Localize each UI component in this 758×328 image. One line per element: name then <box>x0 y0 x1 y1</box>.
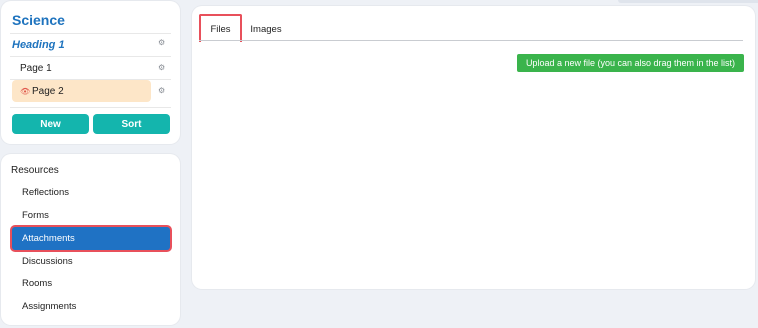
resources-title: Resources <box>11 165 59 176</box>
outline-page-1[interactable]: Page 1 <box>12 57 151 79</box>
eye-icon: 👁 <box>20 86 31 96</box>
outline-heading[interactable]: Heading 1 <box>12 34 151 56</box>
resource-reflections[interactable]: Reflections <box>12 181 170 204</box>
resource-forms[interactable]: Forms <box>12 204 170 227</box>
new-button[interactable]: New <box>12 114 89 134</box>
resource-assignments[interactable]: Assignments <box>12 295 170 318</box>
gear-icon[interactable]: ⚙ <box>158 86 165 96</box>
gear-icon[interactable]: ⚙ <box>158 38 165 48</box>
resource-discussions[interactable]: Discussions <box>12 250 170 273</box>
notebook-title: Science <box>12 12 65 28</box>
upload-file-button[interactable]: Upload a new file (you can also drag the… <box>517 54 744 72</box>
top-strip <box>618 0 758 3</box>
heading-label: Heading 1 <box>12 39 65 51</box>
resource-attachments[interactable]: Attachments <box>12 227 170 250</box>
tabs-underline <box>199 40 743 41</box>
outline-page-2[interactable]: 👁 Page 2 <box>12 80 151 102</box>
resources-panel: Resources Reflections Forms Attachments … <box>1 154 180 325</box>
sort-button[interactable]: Sort <box>93 114 170 134</box>
gear-icon[interactable]: ⚙ <box>158 63 165 73</box>
page-label: Page 1 <box>20 62 52 74</box>
attachments-panel: Files Images Upload a new file (you can … <box>192 6 755 289</box>
resource-rooms[interactable]: Rooms <box>12 272 170 295</box>
divider <box>10 107 171 108</box>
page-label: Page 2 <box>32 85 64 97</box>
tab-images[interactable]: Images <box>244 18 288 40</box>
tab-files[interactable]: Files <box>199 14 242 42</box>
outline-panel: Science Heading 1 ⚙ Page 1 ⚙ 👁 Page 2 ⚙ … <box>1 1 180 144</box>
